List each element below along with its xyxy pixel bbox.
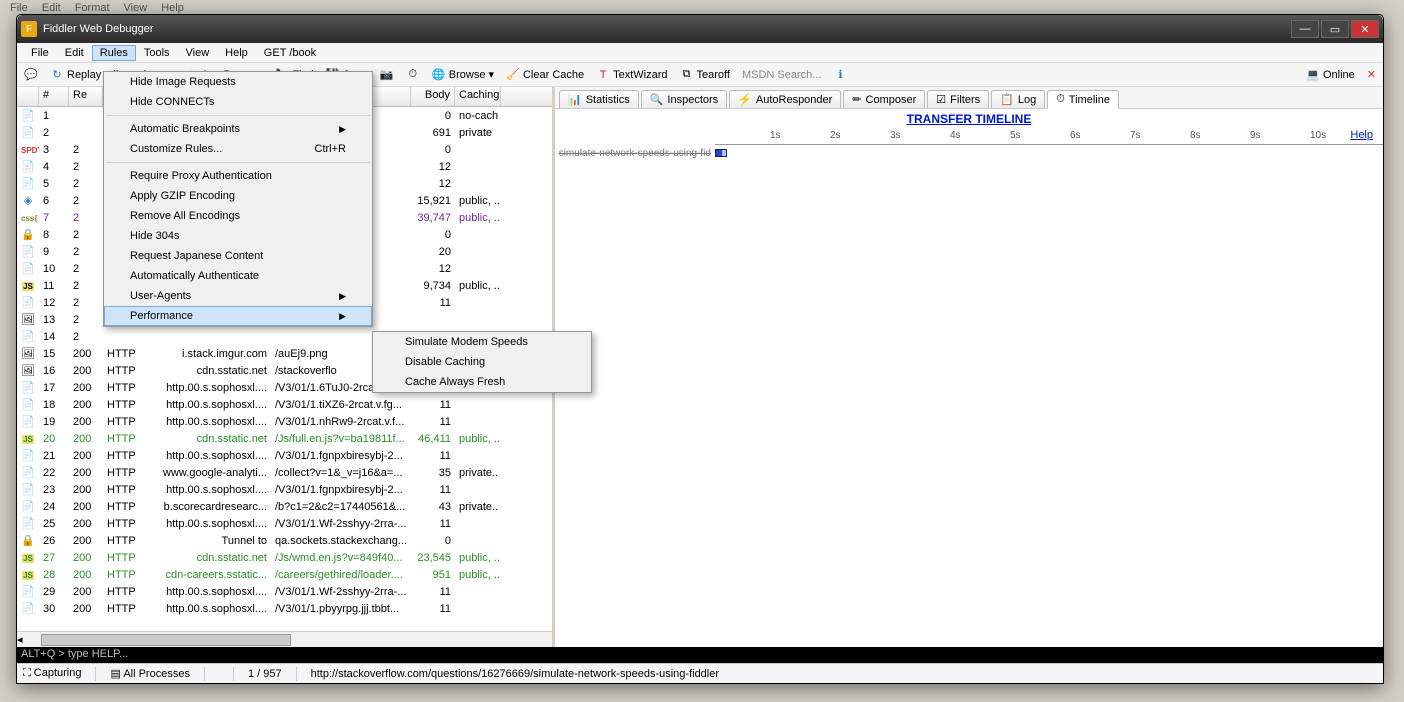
tearoff-icon: ⧉: [680, 68, 694, 82]
table-row[interactable]: JS27200HTTPcdn.sstatic.net/Js/wmd.en.js?…: [17, 549, 552, 566]
window-title: Fiddler Web Debugger: [43, 23, 1291, 35]
submenu-item[interactable]: Cache Always Fresh: [373, 372, 591, 392]
menu-edit[interactable]: Edit: [57, 45, 92, 61]
status-url: http://stackoverflow.com/questions/16276…: [311, 668, 719, 680]
submenu-item[interactable]: Disable Caching: [373, 352, 591, 372]
performance-submenu[interactable]: Simulate Modem SpeedsDisable CachingCach…: [372, 331, 592, 393]
timeline-row[interactable]: simulate-network-speeds-using-fid: [555, 145, 1383, 161]
capturing-status[interactable]: ⛶ Capturing: [23, 667, 81, 680]
menu-item[interactable]: Hide CONNECTs: [104, 92, 372, 112]
menu-file[interactable]: File: [23, 45, 57, 61]
toolbar-close[interactable]: ✕: [1364, 67, 1379, 82]
quickexec-bar[interactable]: ALT+Q > type HELP...: [17, 647, 1383, 663]
replay-button[interactable]: ↻Replay: [47, 67, 104, 83]
browse-icon: 🌐: [432, 68, 446, 82]
menu-item[interactable]: Apply GZIP Encoding: [104, 186, 372, 206]
textwizard-button[interactable]: TTextWizard: [593, 67, 670, 83]
table-row[interactable]: 📄18200HTTPhttp.00.s.sophosxl..../V3/01/1…: [17, 396, 552, 413]
outer-menubar: FileEditFormatViewHelp: [0, 0, 1404, 14]
menu-item[interactable]: Performance▶: [104, 306, 372, 326]
help-button[interactable]: ℹ: [830, 67, 850, 83]
replay-icon: ↻: [50, 68, 64, 82]
table-row[interactable]: 📄29200HTTPhttp.00.s.sophosxl..../V3/01/1…: [17, 583, 552, 600]
app-window: F Fiddler Web Debugger — ▭ ✕ File Edit R…: [16, 14, 1384, 684]
table-row[interactable]: 📄21200HTTPhttp.00.s.sophosxl..../V3/01/1…: [17, 447, 552, 464]
tab-log[interactable]: 📋Log: [991, 90, 1045, 108]
tab-autoresponder[interactable]: ⚡AutoResponder: [729, 90, 841, 108]
menu-view[interactable]: View: [178, 45, 218, 61]
statusbar: ⛶ Capturing ▤ All Processes 1 / 957 http…: [17, 663, 1383, 683]
col-body[interactable]: Body: [411, 87, 455, 106]
menu-item[interactable]: Require Proxy Authentication: [104, 166, 372, 186]
timeline-title: TRANSFER TIMELINE: [555, 109, 1383, 129]
wand-icon: T: [596, 68, 610, 82]
table-row[interactable]: JS20200HTTPcdn.sstatic.net/Js/full.en.js…: [17, 430, 552, 447]
close-button[interactable]: ✕: [1351, 20, 1379, 38]
tearoff-button[interactable]: ⧉Tearoff: [677, 67, 733, 83]
camera-icon: 📷: [380, 68, 394, 82]
menu-item[interactable]: Request Japanese Content: [104, 246, 372, 266]
table-row[interactable]: 🔒26200HTTPTunnel toqa.sockets.stackexcha…: [17, 532, 552, 549]
menu-getbook[interactable]: GET /book: [256, 45, 324, 61]
titlebar[interactable]: F Fiddler Web Debugger — ▭ ✕: [17, 15, 1383, 43]
clock-icon: ⏱: [406, 68, 420, 82]
timeline-bar: [715, 149, 727, 157]
comment-icon: 💬: [24, 68, 38, 82]
menu-item[interactable]: Hide 304s: [104, 226, 372, 246]
tab-inspectors[interactable]: 🔍Inspectors: [641, 90, 727, 108]
details-panel: 📊Statistics🔍Inspectors⚡AutoResponder✏Com…: [555, 87, 1383, 647]
table-row[interactable]: JS28200HTTPcdn-careers.sstatic.../career…: [17, 566, 552, 583]
menu-rules[interactable]: Rules: [92, 45, 136, 61]
timer-button[interactable]: ⏱: [403, 67, 423, 83]
tab-statistics[interactable]: 📊Statistics: [559, 90, 639, 108]
table-row[interactable]: 📄30200HTTPhttp.00.s.sophosxl..../V3/01/1…: [17, 600, 552, 617]
menu-item[interactable]: Remove All Encodings: [104, 206, 372, 226]
clear-icon: 🧹: [506, 68, 520, 82]
online-icon: 💻: [1306, 68, 1320, 82]
menu-item[interactable]: Hide Image Requests: [104, 72, 372, 92]
processes-filter[interactable]: ▤ All Processes: [110, 667, 189, 680]
table-row[interactable]: 📄25200HTTPhttp.00.s.sophosxl..../V3/01/1…: [17, 515, 552, 532]
menu-tools[interactable]: Tools: [136, 45, 178, 61]
app-icon: F: [21, 21, 37, 37]
help-icon: ℹ: [833, 68, 847, 82]
hscrollbar[interactable]: ◂: [17, 631, 552, 647]
menubar: File Edit Rules Tools View Help GET /boo…: [17, 43, 1383, 63]
clearcache-button[interactable]: 🧹Clear Cache: [503, 67, 587, 83]
submenu-item[interactable]: Simulate Modem Speeds: [373, 332, 591, 352]
browse-button[interactable]: 🌐Browse ▾: [429, 67, 497, 83]
col-result[interactable]: Re: [69, 87, 103, 106]
tab-timeline[interactable]: ⏱Timeline: [1047, 90, 1119, 109]
table-row[interactable]: 📄24200HTTPb.scorecardresearc.../b?c1=2&c…: [17, 498, 552, 515]
maximize-button[interactable]: ▭: [1321, 20, 1349, 38]
col-caching[interactable]: Caching: [455, 87, 501, 106]
menu-item[interactable]: User-Agents▶: [104, 286, 372, 306]
table-row[interactable]: 📄23200HTTPhttp.00.s.sophosxl..../V3/01/1…: [17, 481, 552, 498]
rules-dropdown[interactable]: Hide Image RequestsHide CONNECTs Automati…: [103, 71, 373, 327]
screenshot-button[interactable]: 📷: [377, 67, 397, 83]
session-count: 1 / 957: [248, 668, 282, 680]
menu-help[interactable]: Help: [217, 45, 256, 61]
online-indicator[interactable]: 💻Online: [1303, 67, 1358, 83]
timeline-ruler: 1s2s3s4s5s6s7s8s9s10s: [715, 129, 1383, 145]
table-row[interactable]: 📄22200HTTPwww.google-analyti.../collect?…: [17, 464, 552, 481]
menu-item[interactable]: Automatic Breakpoints▶: [104, 119, 372, 139]
timeline-help-link[interactable]: Help: [1350, 129, 1373, 141]
menu-item[interactable]: Customize Rules...Ctrl+R: [104, 139, 372, 159]
detail-tabs: 📊Statistics🔍Inspectors⚡AutoResponder✏Com…: [555, 87, 1383, 109]
winconfig-button[interactable]: 💬: [21, 67, 41, 83]
tab-filters[interactable]: ☑Filters: [927, 90, 989, 108]
tab-composer[interactable]: ✏Composer: [843, 90, 925, 108]
table-row[interactable]: 📄19200HTTPhttp.00.s.sophosxl..../V3/01/1…: [17, 413, 552, 430]
col-num[interactable]: #: [39, 87, 69, 106]
minimize-button[interactable]: —: [1291, 20, 1319, 38]
msdn-search[interactable]: MSDN Search...: [739, 68, 824, 82]
menu-item[interactable]: Automatically Authenticate: [104, 266, 372, 286]
